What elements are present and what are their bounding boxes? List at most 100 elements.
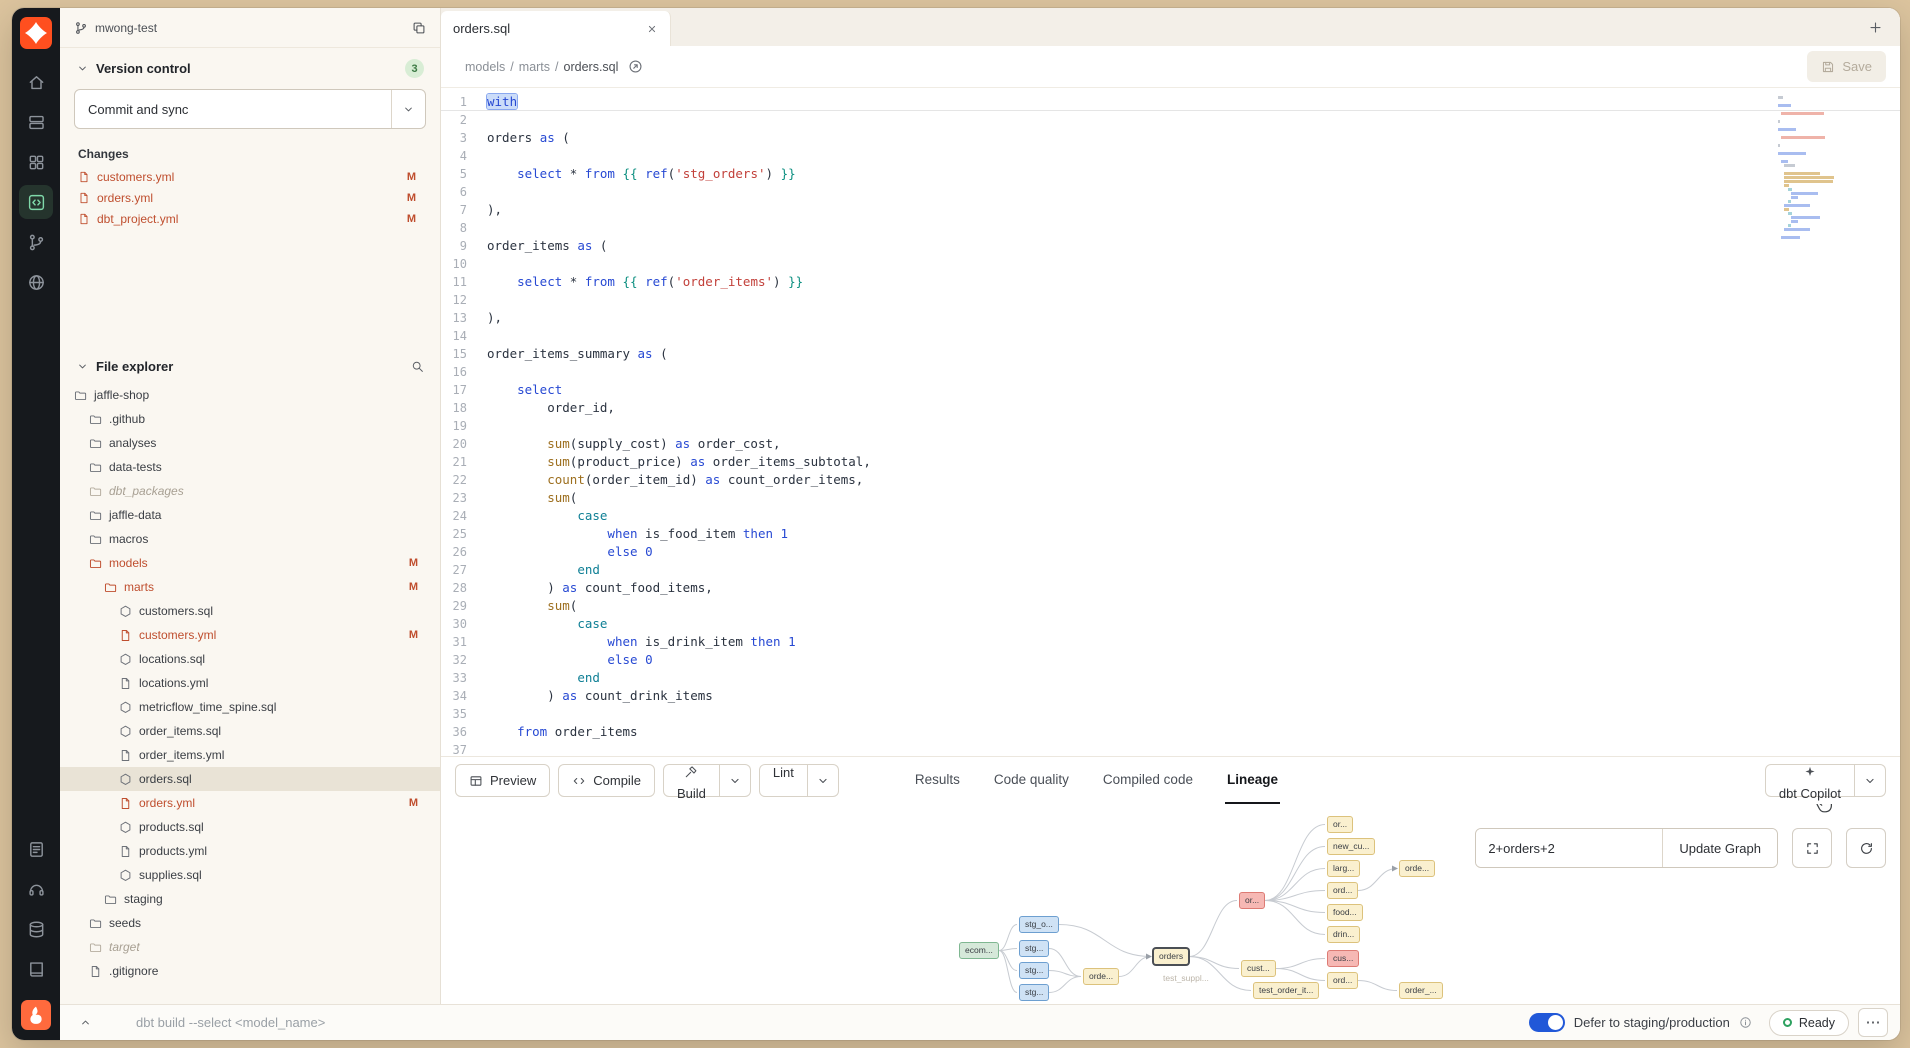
- code-line-6[interactable]: 6: [441, 183, 1900, 201]
- changed-file-customers.yml[interactable]: customers.yml M: [60, 166, 440, 187]
- close-tab-icon[interactable]: [646, 23, 658, 35]
- code-line-23[interactable]: 23 sum(: [441, 489, 1900, 507]
- expand-command-bar-button[interactable]: [72, 1010, 98, 1036]
- panel-tab-code-quality[interactable]: Code quality: [992, 757, 1071, 804]
- lineage-node-drin[interactable]: drin...: [1327, 926, 1360, 943]
- commit-and-sync-button[interactable]: Commit and sync: [74, 89, 426, 129]
- code-line-20[interactable]: 20 sum(supply_cost) as order_cost,: [441, 435, 1900, 453]
- info-icon[interactable]: [1739, 1016, 1752, 1029]
- lineage-node-larg[interactable]: larg...: [1327, 860, 1360, 877]
- lineage-node-stg[interactable]: stg...: [1019, 962, 1049, 979]
- lineage-node-food[interactable]: food...: [1327, 904, 1363, 921]
- code-line-7[interactable]: 7 ),: [441, 201, 1900, 219]
- code-line-34[interactable]: 34 ) as count_drink_items: [441, 687, 1900, 705]
- code-line-32[interactable]: 32 else 0: [441, 651, 1900, 669]
- build-dropdown[interactable]: [720, 764, 751, 797]
- defer-toggle[interactable]: [1529, 1013, 1565, 1032]
- code-line-33[interactable]: 33 end: [441, 669, 1900, 687]
- code-line-36[interactable]: 36 from order_items: [441, 723, 1900, 741]
- tree-item-target[interactable]: target: [60, 935, 440, 959]
- breadcrumb-orders.sql[interactable]: orders.sql: [564, 60, 619, 74]
- code-line-25[interactable]: 25 when is_food_item then 1: [441, 525, 1900, 543]
- lineage-node-ecom[interactable]: ecom...: [959, 942, 999, 959]
- code-line-21[interactable]: 21 sum(product_price) as order_items_sub…: [441, 453, 1900, 471]
- tree-item-dbt_packages[interactable]: dbt_packages: [60, 479, 440, 503]
- panel-tab-lineage[interactable]: Lineage: [1225, 757, 1280, 804]
- commit-options-dropdown[interactable]: [391, 90, 425, 128]
- tree-item-products.yml[interactable]: products.yml: [60, 839, 440, 863]
- tree-item-orders.yml[interactable]: orders.yml M: [60, 791, 440, 815]
- command-input[interactable]: dbt build --select <model_name>: [136, 1015, 1519, 1030]
- tree-item-seeds[interactable]: seeds: [60, 911, 440, 935]
- tree-item-customers.yml[interactable]: customers.yml M: [60, 623, 440, 647]
- tree-item-models[interactable]: models M: [60, 551, 440, 575]
- code-line-31[interactable]: 31 when is_drink_item then 1: [441, 633, 1900, 651]
- build-button[interactable]: Build: [663, 764, 720, 797]
- tree-item-locations.yml[interactable]: locations.yml: [60, 671, 440, 695]
- lineage-node-stg_o[interactable]: stg_o...: [1019, 916, 1059, 933]
- code-line-29[interactable]: 29 sum(: [441, 597, 1900, 615]
- tree-item-orders.sql[interactable]: orders.sql: [60, 767, 440, 791]
- code-editor[interactable]: 1 with 2 3 orders as ( 4 5 select * from…: [441, 88, 1900, 756]
- code-line-17[interactable]: 17 select: [441, 381, 1900, 399]
- tree-item-metricflow_time_spine.sql[interactable]: metricflow_time_spine.sql: [60, 695, 440, 719]
- lineage-node-stg[interactable]: stg...: [1019, 984, 1049, 1001]
- tree-item-order_items.sql[interactable]: order_items.sql: [60, 719, 440, 743]
- code-line-5[interactable]: 5 select * from {{ ref('stg_orders') }}: [441, 165, 1900, 183]
- lineage-node-new_cu[interactable]: new_cu...: [1327, 838, 1375, 855]
- lineage-node-stg[interactable]: stg...: [1019, 940, 1049, 957]
- tree-item-data-tests[interactable]: data-tests: [60, 455, 440, 479]
- code-line-14[interactable]: 14: [441, 327, 1900, 345]
- breadcrumb-link-icon[interactable]: [628, 59, 643, 74]
- copy-branch-icon[interactable]: [412, 21, 426, 35]
- lint-button[interactable]: Lint: [759, 764, 808, 797]
- tree-item-order_items.yml[interactable]: order_items.yml: [60, 743, 440, 767]
- code-line-8[interactable]: 8: [441, 219, 1900, 237]
- tree-item-.github[interactable]: .github: [60, 407, 440, 431]
- nav-catalog[interactable]: [19, 912, 53, 946]
- panel-tab-compiled-code[interactable]: Compiled code: [1101, 757, 1195, 804]
- tree-item-products.sql[interactable]: products.sql: [60, 815, 440, 839]
- nav-orchestrate[interactable]: [19, 265, 53, 299]
- code-line-11[interactable]: 11 select * from {{ ref('order_items') }…: [441, 273, 1900, 291]
- user-avatar[interactable]: [21, 1000, 51, 1030]
- code-line-1[interactable]: 1 with: [441, 93, 1900, 111]
- nav-studio[interactable]: [19, 185, 53, 219]
- code-line-3[interactable]: 3 orders as (: [441, 129, 1900, 147]
- nav-support[interactable]: [19, 872, 53, 906]
- code-line-18[interactable]: 18 order_id,: [441, 399, 1900, 417]
- lineage-node-ord[interactable]: ord...: [1327, 972, 1358, 989]
- editor-minimap[interactable]: [1778, 96, 1836, 244]
- search-files-icon[interactable]: [411, 360, 424, 373]
- code-line-9[interactable]: 9 order_items as (: [441, 237, 1900, 255]
- update-graph-button[interactable]: Update Graph: [1662, 829, 1777, 867]
- dbt-logo-icon[interactable]: [20, 17, 52, 49]
- compile-button[interactable]: Compile: [558, 764, 655, 797]
- nav-apps[interactable]: [19, 145, 53, 179]
- code-line-24[interactable]: 24 case: [441, 507, 1900, 525]
- lineage-node-ord[interactable]: ord...: [1327, 882, 1358, 899]
- refresh-graph-button[interactable]: [1846, 828, 1886, 868]
- code-line-16[interactable]: 16: [441, 363, 1900, 381]
- lineage-node-test_order_it[interactable]: test_order_it...: [1253, 982, 1319, 999]
- lineage-node-cust[interactable]: cust...: [1241, 960, 1276, 977]
- code-line-19[interactable]: 19: [441, 417, 1900, 435]
- fullscreen-button[interactable]: [1792, 828, 1832, 868]
- nav-home[interactable]: [19, 65, 53, 99]
- tree-item-analyses[interactable]: analyses: [60, 431, 440, 455]
- lineage-node-order_[interactable]: order_...: [1399, 982, 1443, 999]
- preview-button[interactable]: Preview: [455, 764, 550, 797]
- changed-file-dbt_project.yml[interactable]: dbt_project.yml M: [60, 208, 440, 229]
- tree-item-supplies.sql[interactable]: supplies.sql: [60, 863, 440, 887]
- code-line-37[interactable]: 37: [441, 741, 1900, 756]
- code-line-28[interactable]: 28 ) as count_food_items,: [441, 579, 1900, 597]
- nav-deploy[interactable]: [19, 105, 53, 139]
- code-line-10[interactable]: 10: [441, 255, 1900, 273]
- lineage-node-orde[interactable]: orde...: [1083, 968, 1119, 985]
- lint-dropdown[interactable]: [808, 764, 839, 797]
- panel-tab-results[interactable]: Results: [913, 757, 962, 804]
- overflow-menu-button[interactable]: ⋯: [1858, 1008, 1888, 1037]
- save-button[interactable]: Save: [1807, 51, 1886, 82]
- nav-branch[interactable]: [19, 225, 53, 259]
- tree-item-jaffle-shop[interactable]: jaffle-shop: [60, 383, 440, 407]
